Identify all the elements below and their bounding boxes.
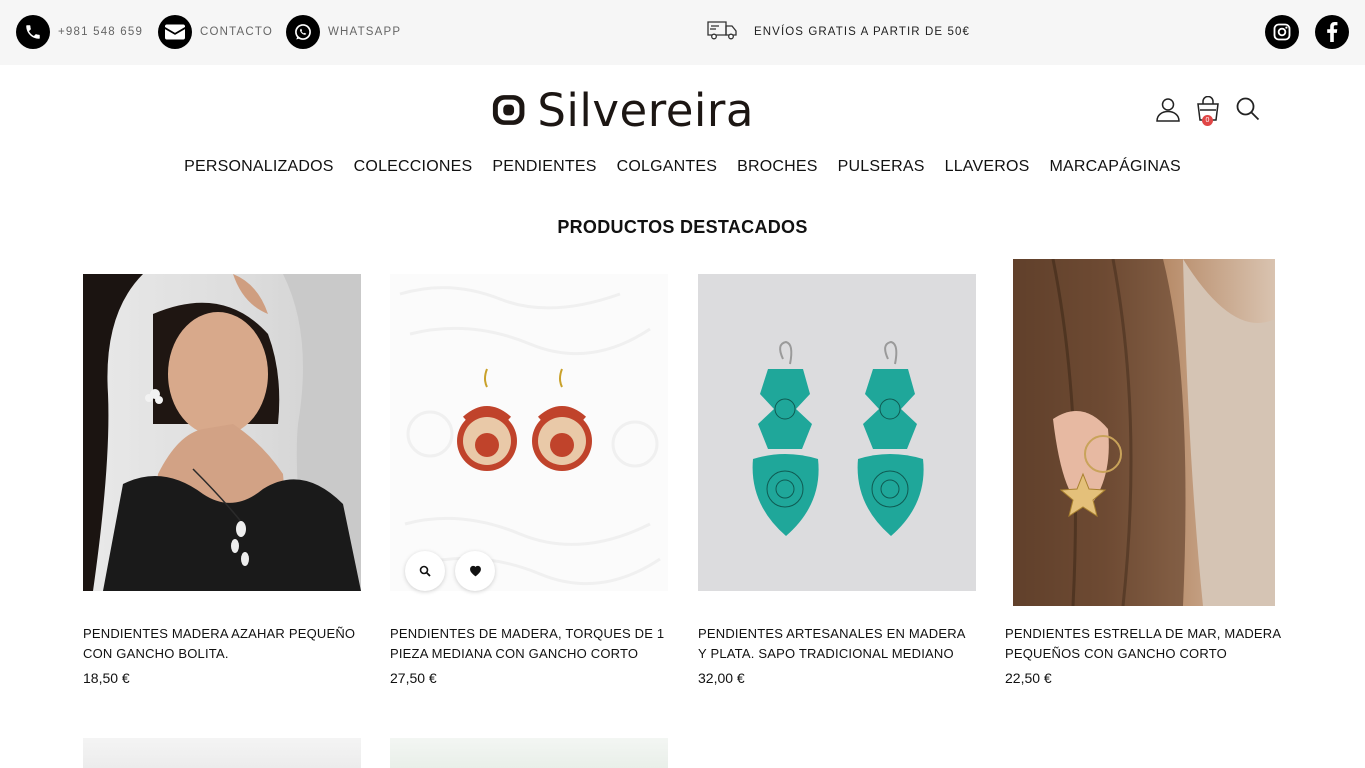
product-price: 27,50 € [390, 670, 437, 686]
instagram-icon[interactable] [1265, 15, 1299, 49]
top-bar: +981 548 659 CONTACTO WHATSAPP ENVÍOS GR… [0, 0, 1365, 65]
whatsapp-label: WHATSAPP [328, 26, 402, 38]
zoom-icon[interactable] [405, 551, 445, 591]
contact-link[interactable]: CONTACTO [158, 15, 273, 49]
product-image[interactable] [390, 274, 668, 591]
user-icon[interactable] [1155, 96, 1181, 122]
product-name[interactable]: PENDIENTES MADERA AZAHAR PEQUEÑO CON GAN… [83, 624, 361, 664]
phone-icon [16, 15, 50, 49]
product-image[interactable] [698, 274, 976, 591]
product-image[interactable] [390, 738, 668, 768]
truck-icon [706, 19, 738, 46]
mail-icon [158, 15, 192, 49]
section-title: PRODUCTOS DESTACADOS [557, 217, 808, 237]
main-nav: PERSONALIZADOS COLECCIONES PENDIENTES CO… [0, 155, 1365, 179]
nav-item-colecciones[interactable]: COLECCIONES [344, 155, 483, 179]
whatsapp-link[interactable]: WHATSAPP [286, 15, 401, 49]
product-name[interactable]: PENDIENTES ESTRELLA DE MAR, MADERA PEQUE… [1005, 624, 1283, 664]
shipping-text: ENVÍOS GRATIS A PARTIR DE 50€ [754, 26, 970, 38]
nav-item-colgantes[interactable]: COLGANTES [607, 155, 728, 179]
brand-logo[interactable]: Silvereira [492, 74, 754, 146]
product-image[interactable] [83, 738, 361, 768]
nav-item-marcapaginas[interactable]: MARCAPÁGINAS [1040, 155, 1191, 179]
search-icon[interactable] [1235, 96, 1261, 122]
nav-item-pulseras[interactable]: PULSERAS [828, 155, 935, 179]
contact-label: CONTACTO [200, 26, 274, 38]
cart-count-badge: 0 [1202, 115, 1213, 126]
facebook-icon[interactable] [1315, 15, 1349, 49]
phone-label: +981 548 659 [58, 26, 144, 38]
product-price: 22,50 € [1005, 670, 1052, 686]
logo-mark-icon [492, 95, 525, 125]
whatsapp-icon [286, 15, 320, 49]
product-image[interactable] [83, 274, 361, 591]
logo-text: Silvereira [537, 83, 754, 137]
product-name[interactable]: PENDIENTES ARTESANALES EN MADERA Y PLATA… [698, 624, 976, 664]
shipping-notice: ENVÍOS GRATIS A PARTIR DE 50€ [706, 20, 970, 44]
heart-icon[interactable] [455, 551, 495, 591]
nav-item-broches[interactable]: BROCHES [727, 155, 828, 179]
nav-item-personalizados[interactable]: PERSONALIZADOS [174, 155, 344, 179]
product-price: 18,50 € [83, 670, 130, 686]
product-name[interactable]: PENDIENTES DE MADERA, TORQUES DE 1 PIEZA… [390, 624, 668, 664]
phone-link[interactable]: +981 548 659 [16, 15, 143, 49]
product-image[interactable] [1013, 259, 1275, 606]
product-price: 32,00 € [698, 670, 745, 686]
nav-item-llaveros[interactable]: LLAVEROS [935, 155, 1040, 179]
nav-item-pendientes[interactable]: PENDIENTES [482, 155, 606, 179]
